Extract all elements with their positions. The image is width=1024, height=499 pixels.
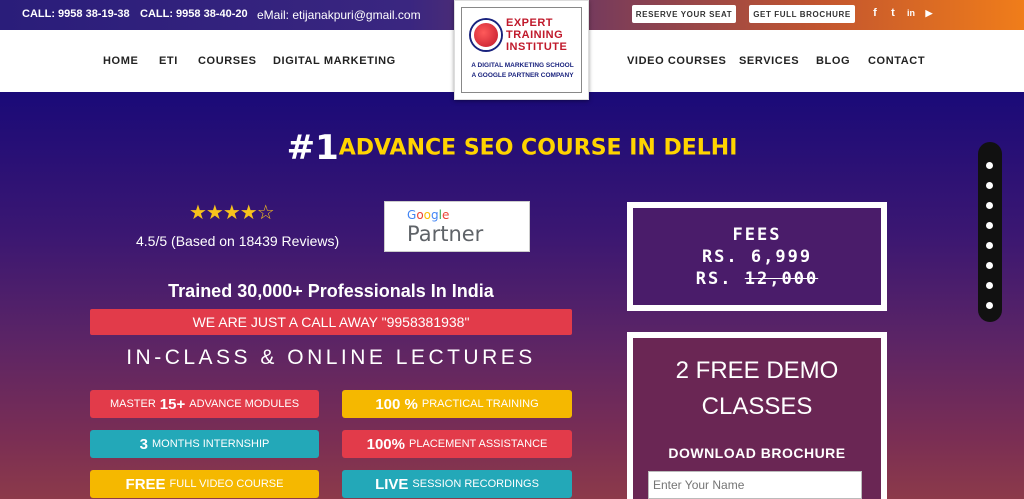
feature-bold: LIVE (375, 475, 409, 493)
feature-rest: FULL VIDEO COURSE (169, 478, 284, 490)
demo-panel: 2 FREE DEMO CLASSES DOWNLOAD BROCHURE (633, 338, 881, 499)
rating-stars-icon: ★★★★☆ (189, 202, 275, 224)
dot-5[interactable] (986, 242, 993, 249)
logo-tagline-1: A DIGITAL MARKETING SCHOOL (471, 62, 574, 69)
fees-old-price: RS. 12,000 (633, 268, 881, 290)
nav-contact[interactable]: CONTACT (868, 55, 925, 67)
dot-6[interactable] (986, 262, 993, 269)
social-links: f t in ▶ (869, 7, 935, 19)
nav-eti[interactable]: ETI (159, 55, 178, 67)
phone-number-2[interactable]: CALL: 9958 38-40-20 (140, 8, 248, 20)
nav-services[interactable]: SERVICES (739, 55, 799, 67)
dot-3[interactable] (986, 202, 993, 209)
logo-line-1: EXPERT (506, 17, 554, 29)
feature-pre: MASTER (109, 398, 156, 410)
phone-number-1[interactable]: CALL: 9958 38-19-38 (22, 8, 130, 20)
logo-tagline-2: A GOOGLE PARTNER COMPANY (471, 72, 574, 79)
nav-blog[interactable]: BLOG (816, 55, 850, 67)
call-away-banner[interactable]: WE ARE JUST A CALL AWAY "9958381938" (90, 309, 572, 335)
twitter-icon[interactable]: t (887, 7, 899, 19)
fees-price: RS. 6,999 (701, 247, 813, 267)
dot-7[interactable] (986, 282, 993, 289)
trained-professionals-text: Trained 30,000+ Professionals In India (168, 281, 494, 301)
title-text: ADVANCE SEO COURSE IN DELHI (338, 135, 738, 161)
feature-rest: ADVANCE MODULES (189, 398, 300, 410)
feature-bold: 100% (366, 435, 405, 453)
feature-rest: MONTHS INTERNSHIP (152, 438, 270, 450)
partner-word: Partner (407, 222, 484, 246)
lectures-heading: IN-CLASS & ONLINE LECTURES (126, 346, 536, 369)
feature-chip-modules: MASTER 15+ ADVANCE MODULES (90, 390, 319, 418)
section-dots-nav (978, 142, 1002, 322)
email-link[interactable]: eMail: etijanakpuri@gmail.com (257, 8, 421, 22)
nav-courses[interactable]: COURSES (198, 55, 257, 67)
logo-emblem-icon (471, 20, 501, 50)
fees-box: FEES RS. 6,999 RS. 12,000 (627, 202, 887, 311)
page-title: #1ADVANCE SEO COURSE IN DELHI (0, 128, 1024, 168)
nav-digital-marketing[interactable]: DIGITAL MARKETING (273, 55, 396, 67)
dot-2[interactable] (986, 182, 993, 189)
logo-line-3: INSTITUTE (506, 41, 568, 53)
nav-video-courses[interactable]: VIDEO COURSES (627, 55, 727, 67)
feature-rest: PLACEMENT ASSISTANCE (409, 438, 548, 450)
fees-label: FEES (732, 225, 782, 245)
facebook-icon[interactable]: f (869, 7, 881, 19)
rating-text: 4.5/5 (Based on 18439 Reviews) (136, 233, 340, 249)
google-wordmark: Google (407, 208, 450, 222)
feature-chip-practical: 100 % PRACTICAL TRAINING (342, 390, 572, 418)
fees-panel: FEES RS. 6,999 RS. 12,000 (633, 208, 881, 305)
download-brochure-heading: DOWNLOAD BROCHURE (668, 445, 846, 461)
dot-1[interactable] (986, 162, 993, 169)
linkedin-icon[interactable]: in (905, 7, 917, 19)
fees-old-prefix: RS. (695, 269, 733, 289)
demo-heading-line-1: 2 FREE DEMO (675, 357, 839, 384)
feature-bold: 3 (139, 435, 148, 453)
name-input[interactable] (648, 471, 862, 499)
fees-strike-price: 12,000 (744, 269, 819, 289)
title-rank: #1 (286, 128, 339, 168)
feature-bold: FREE (125, 475, 166, 493)
google-partner-badge: Google Partner (384, 201, 530, 252)
logo-frame: EXPERT TRAINING INSTITUTE A DIGITAL MARK… (461, 7, 582, 93)
demo-heading: 2 FREE DEMO CLASSES (633, 353, 881, 425)
reserve-seat-button[interactable]: RESERVE YOUR SEAT (632, 5, 736, 23)
logo-line-2: TRAINING (506, 29, 564, 41)
feature-rest: PRACTICAL TRAINING (421, 398, 539, 410)
feature-bold: 100 % (375, 395, 418, 413)
nav-home[interactable]: HOME (103, 55, 138, 67)
dot-8[interactable] (986, 302, 993, 309)
feature-chip-video-course: FREE FULL VIDEO COURSE (90, 470, 319, 498)
demo-form-box: 2 FREE DEMO CLASSES DOWNLOAD BROCHURE (627, 332, 887, 499)
feature-chip-internship: 3 MONTHS INTERNSHIP (90, 430, 319, 458)
feature-rest: SESSION RECORDINGS (412, 478, 539, 490)
feature-chip-recordings: LIVE SESSION RECORDINGS (342, 470, 572, 498)
youtube-icon[interactable]: ▶ (923, 7, 935, 19)
get-brochure-button[interactable]: GET FULL BROCHURE (749, 5, 855, 23)
site-logo[interactable]: EXPERT TRAINING INSTITUTE A DIGITAL MARK… (454, 0, 589, 100)
demo-heading-line-2: CLASSES (701, 393, 813, 420)
feature-chip-placement: 100% PLACEMENT ASSISTANCE (342, 430, 572, 458)
dot-4[interactable] (986, 222, 993, 229)
feature-bold: 15+ (159, 395, 186, 413)
